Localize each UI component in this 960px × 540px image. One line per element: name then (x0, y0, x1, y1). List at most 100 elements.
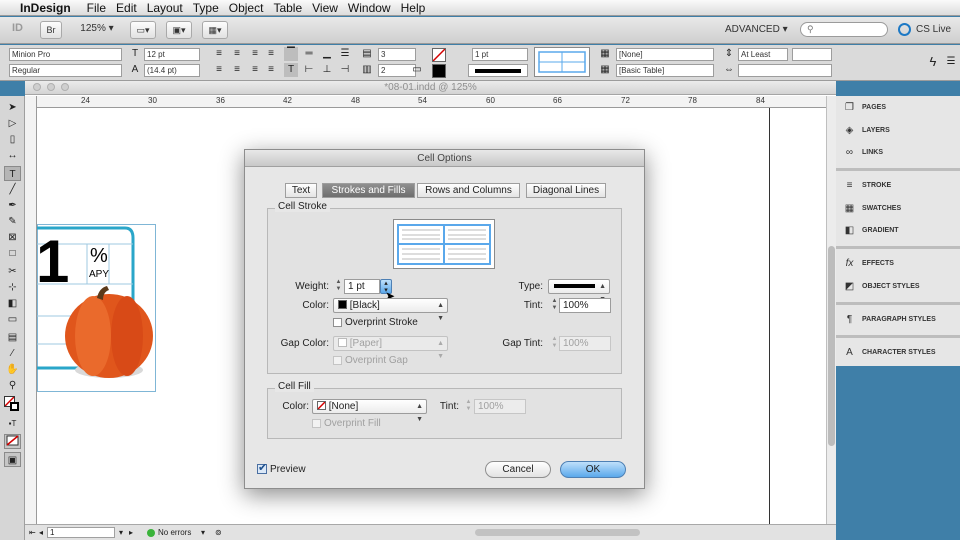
panel-links[interactable]: ∞ LINKS (836, 142, 960, 164)
zoom-level[interactable]: 125% ▾ (74, 21, 120, 39)
rectangle-tool-icon[interactable]: □ (4, 246, 21, 261)
panel-character-styles[interactable]: A CHARACTER STYLES (836, 342, 960, 364)
stroke-color-dropdown[interactable]: [Black] ▲ ▼ (333, 298, 448, 322)
justify-icon[interactable]: ≡ (264, 47, 278, 61)
direct-selection-tool-icon[interactable]: ▷ (4, 116, 21, 131)
zoom-tool-icon[interactable]: ⚲ (4, 378, 21, 393)
panel-gradient[interactable]: ◧ GRADIENT (836, 220, 960, 242)
menu-object[interactable]: Object (229, 1, 274, 15)
tab-rows-and-columns[interactable]: Rows and Columns (417, 183, 520, 198)
page-menu-icon[interactable]: ▾ (119, 528, 123, 537)
align-middle-icon[interactable]: ═ (302, 47, 316, 61)
next-page-icon[interactable]: ▸ (129, 528, 133, 537)
selection-tool-icon[interactable]: ➤ (4, 100, 21, 115)
pen-tool-icon[interactable]: ✒ (4, 198, 21, 213)
eyedropper-tool-icon[interactable]: ⁄ (4, 346, 21, 361)
cs-live-button[interactable]: CS Live (916, 24, 951, 35)
workspace-switcher[interactable]: ADVANCED ▾ (725, 24, 788, 35)
stroke-proxy[interactable] (534, 47, 590, 77)
panel-pages[interactable]: ❐ PAGES (836, 97, 960, 119)
menu-edit[interactable]: Edit (116, 1, 147, 15)
type-tool-icon[interactable]: T (4, 166, 21, 181)
justify-all-icon[interactable]: ≡ (264, 63, 278, 77)
justify-left-icon[interactable]: ≡ (212, 63, 226, 77)
scroll-thumb[interactable] (828, 246, 835, 446)
panel-object-styles[interactable]: ◩ OBJECT STYLES (836, 276, 960, 298)
leading-field[interactable]: (14.4 pt) (144, 64, 200, 77)
menu-table[interactable]: Table (273, 1, 312, 15)
gradient-feather-tool-icon[interactable]: ▭ (4, 312, 21, 327)
fill-tint-field[interactable]: 100% (474, 399, 526, 414)
line-tool-icon[interactable]: ╱ (4, 182, 21, 197)
cell-style-field[interactable]: [None] (616, 48, 714, 61)
stroke-swatch[interactable] (10, 402, 19, 411)
text-rotation-180-icon[interactable]: ⊥ (320, 63, 334, 77)
horizontal-ruler[interactable]: 24 30 36 42 48 54 60 66 72 78 84 (37, 96, 827, 108)
fill-tint-stepper[interactable]: ▲ ▼ (464, 399, 473, 414)
arrange-documents-button[interactable]: ▦▾ (202, 21, 228, 39)
font-family-field[interactable]: Minion Pro (9, 48, 122, 61)
align-left-icon[interactable]: ≡ (212, 47, 226, 61)
overprint-stroke-checkbox[interactable] (333, 318, 342, 327)
table-style-field[interactable]: [Basic Table] (616, 64, 714, 77)
text-rotation-90-icon[interactable]: ⊢ (302, 63, 316, 77)
document-tab[interactable]: *08-01.indd @ 125% (25, 81, 836, 95)
justify-right-icon[interactable]: ≡ (248, 63, 262, 77)
ok-button[interactable]: OK (560, 461, 626, 478)
menu-file[interactable]: File (87, 1, 116, 15)
tint-field[interactable]: 100% (559, 298, 611, 313)
overprint-gap-checkbox[interactable] (333, 356, 342, 365)
stroke-type-field[interactable] (468, 64, 528, 77)
overprint-fill-checkbox[interactable] (312, 419, 321, 428)
tab-strokes-and-fills[interactable]: Strokes and Fills (322, 183, 415, 198)
gradient-tool-icon[interactable]: ◧ (4, 296, 21, 311)
lightning-icon[interactable]: ϟ (926, 55, 940, 69)
gap-tool-icon[interactable]: ↔ (4, 148, 21, 163)
horizontal-scroll-thumb[interactable] (475, 529, 640, 536)
menu-help[interactable]: Help (401, 1, 436, 15)
panel-stroke[interactable]: ≡ STROKE (836, 175, 960, 197)
hand-tool-icon[interactable]: ✋ (4, 362, 21, 377)
align-right-icon[interactable]: ≡ (248, 47, 262, 61)
merge-cells-icon[interactable]: ▭ (410, 63, 424, 77)
row-height-field[interactable]: At Least (738, 48, 788, 61)
first-page-icon[interactable]: ⇤ (29, 528, 36, 537)
pencil-tool-icon[interactable]: ✎ (4, 214, 21, 229)
screen-mode-button[interactable]: ▣▾ (166, 21, 192, 39)
menu-app[interactable]: InDesign (20, 1, 81, 15)
weight-field[interactable]: 1 pt (344, 279, 380, 294)
apply-none-icon[interactable] (4, 434, 21, 449)
align-bottom-icon[interactable]: ▁ (320, 47, 334, 61)
stroke-type-dropdown[interactable]: ▲▼ (548, 279, 610, 303)
tab-text[interactable]: Text (285, 183, 317, 198)
justify-center-icon[interactable]: ≡ (230, 63, 244, 77)
font-style-field[interactable]: Regular (9, 64, 122, 77)
menu-window[interactable]: Window (348, 1, 401, 15)
minimize-window-icon[interactable] (47, 83, 55, 91)
rectangle-frame-tool-icon[interactable]: ⊠ (4, 230, 21, 245)
font-size-field[interactable]: 12 pt (144, 48, 200, 61)
text-rotation-icon[interactable]: T (284, 63, 298, 77)
preview-checkbox[interactable]: ✔ (257, 462, 267, 474)
align-center-icon[interactable]: ≡ (230, 47, 244, 61)
stroke-black-swatch[interactable] (432, 64, 446, 78)
preflight-menu-icon[interactable]: ▾ (201, 528, 205, 537)
rows-field[interactable]: 3 (378, 48, 416, 61)
fill-none-swatch[interactable] (432, 48, 446, 62)
gap-color-dropdown[interactable]: [Paper] ▲ ▼ (333, 336, 448, 360)
panel-menu-icon[interactable]: ☰ (944, 55, 958, 69)
menu-view[interactable]: View (312, 1, 348, 15)
tab-diagonal-lines[interactable]: Diagonal Lines (526, 183, 606, 198)
tint-stepper[interactable]: ▲ ▼ (550, 298, 559, 313)
open-page-icon[interactable]: ⊚ (215, 528, 222, 537)
note-tool-icon[interactable]: ▤ (4, 330, 21, 345)
zoom-window-icon[interactable] (61, 83, 69, 91)
view-options-button[interactable]: ▭▾ (130, 21, 156, 39)
scissors-tool-icon[interactable]: ✂ (4, 264, 21, 279)
page-tool-icon[interactable]: ▯ (4, 132, 21, 147)
vertical-scrollbar[interactable] (826, 96, 836, 524)
text-rotation-270-icon[interactable]: ⊣ (338, 63, 352, 77)
page-number-field[interactable]: 1 (47, 527, 115, 538)
menu-type[interactable]: Type (193, 1, 229, 15)
menu-layout[interactable]: Layout (147, 1, 193, 15)
